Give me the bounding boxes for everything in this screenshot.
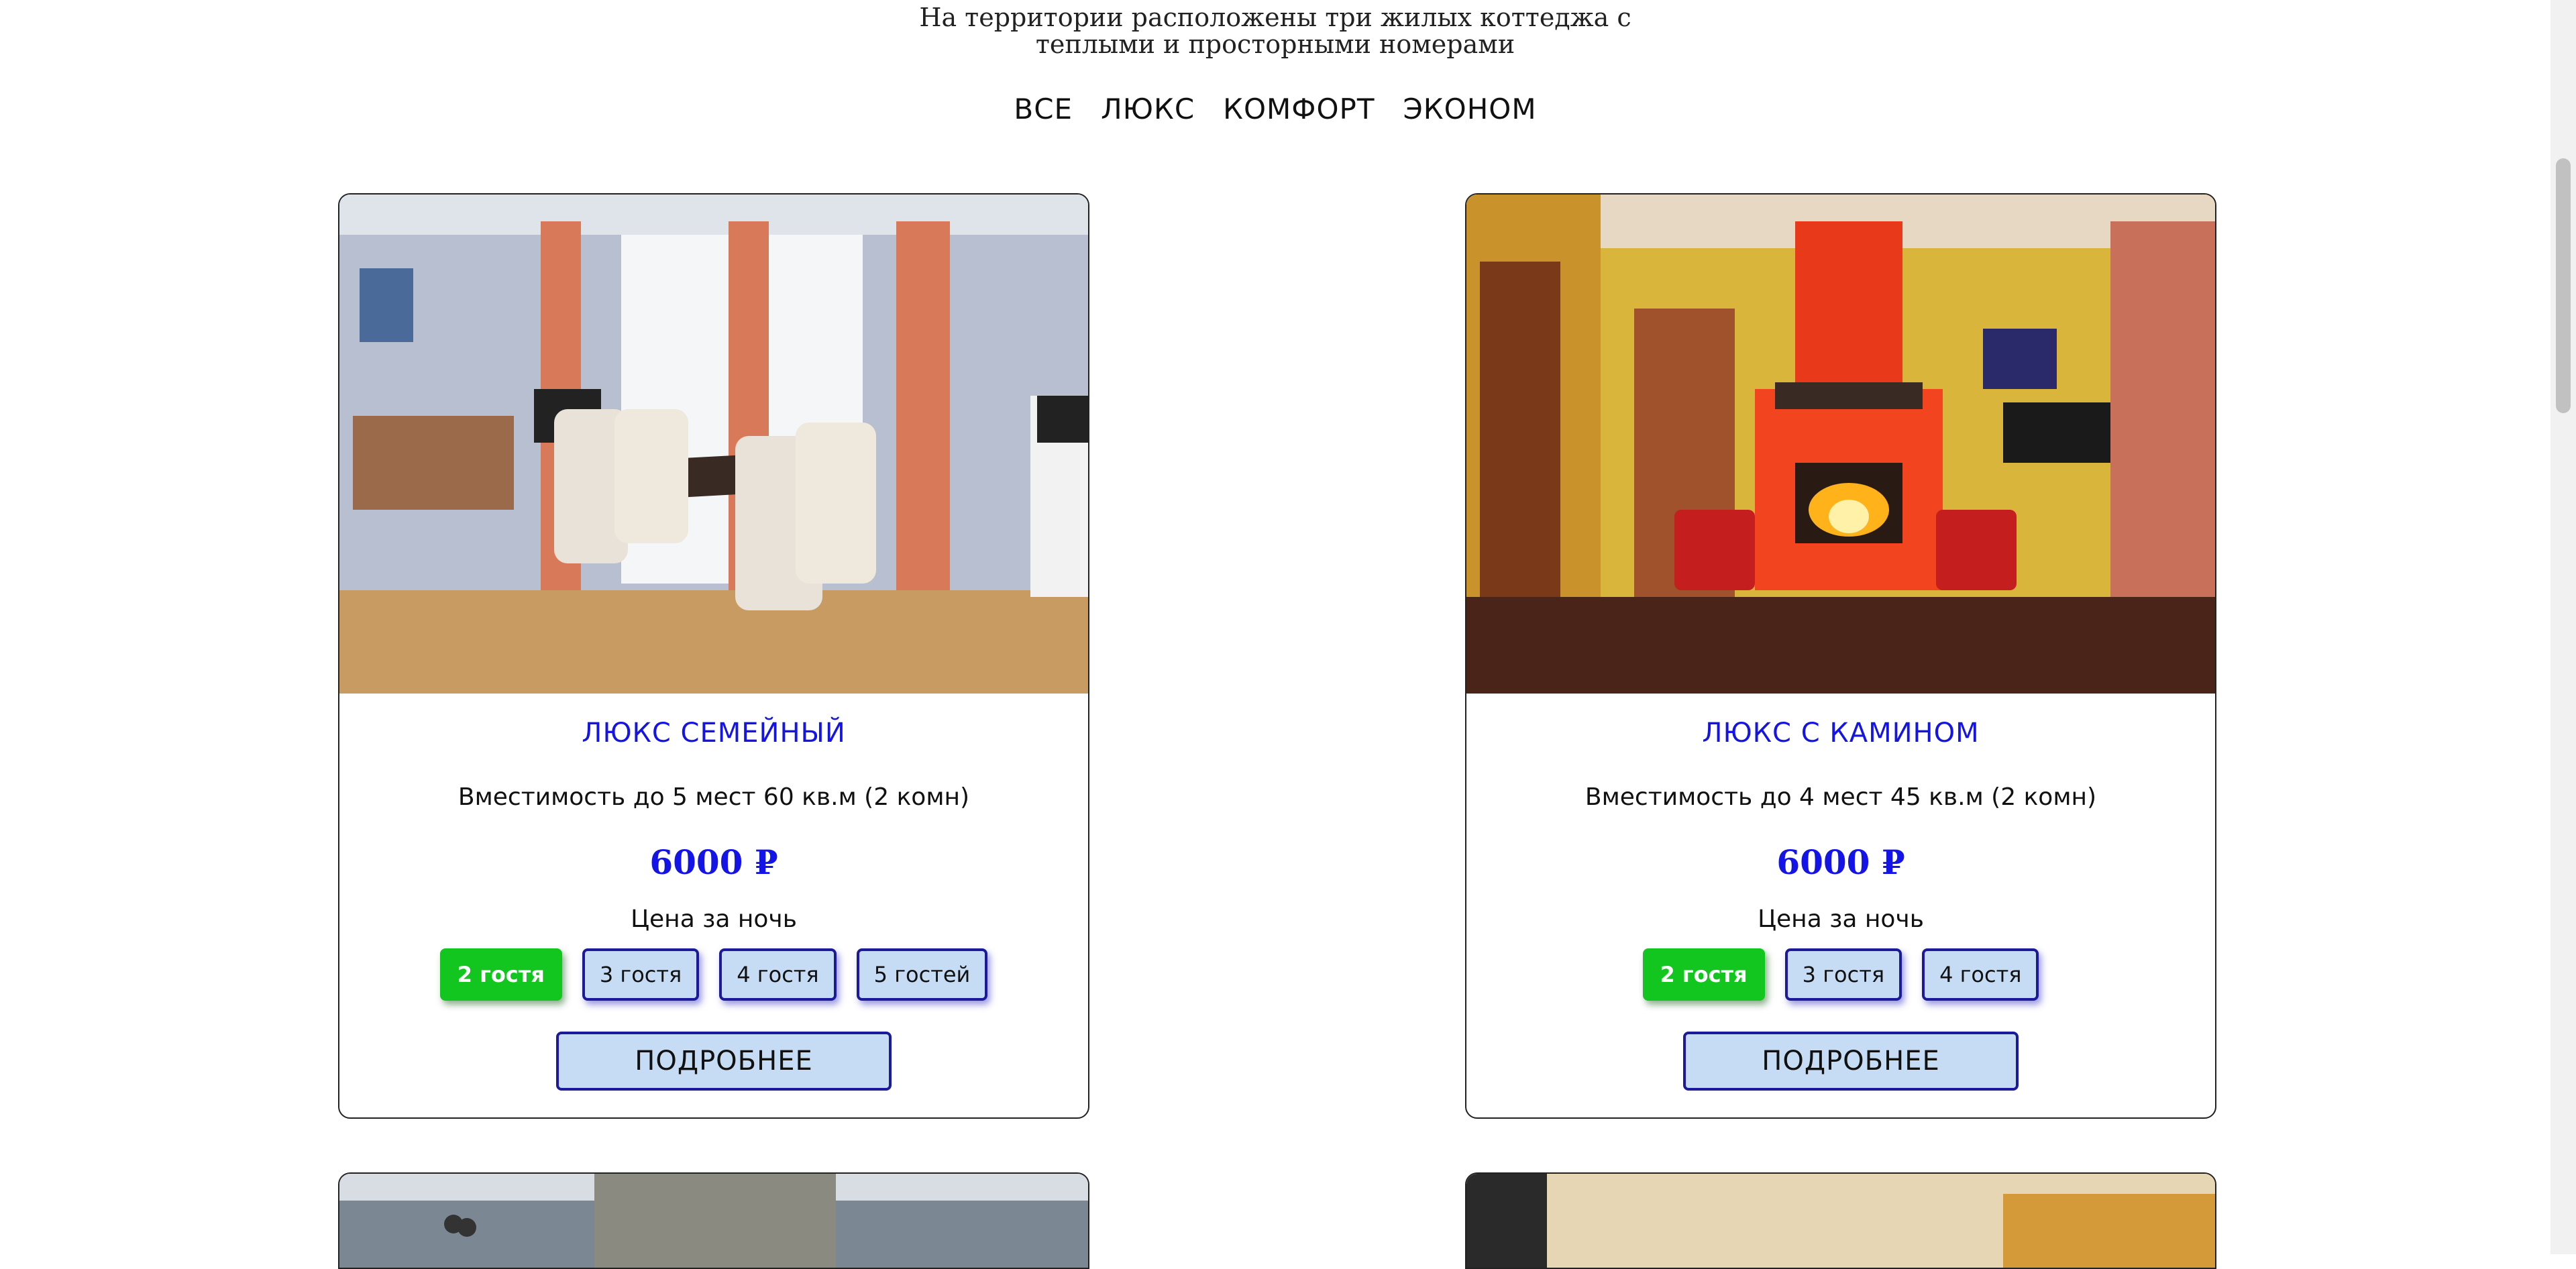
- room-photo-partial[interactable]: [339, 1174, 1088, 1268]
- details-button[interactable]: ПОДРОБНЕЕ: [1683, 1032, 2019, 1091]
- room-card-next-right: [1465, 1172, 2216, 1269]
- room-card-fireplace-lux: ЛЮКС С КАМИНОМ Вместимость до 4 мест 45 …: [1465, 193, 2216, 1119]
- filter-lux[interactable]: ЛЮКС: [1101, 93, 1195, 125]
- guest-option-4[interactable]: 4 гостя: [719, 948, 837, 1001]
- intro-line-2: теплыми и просторными номерами: [1035, 30, 1515, 59]
- scrollbar-thumb[interactable]: [2556, 158, 2571, 413]
- details-button[interactable]: ПОДРОБНЕЕ: [556, 1032, 892, 1091]
- page-scrollbar[interactable]: [2551, 0, 2576, 1254]
- room-price: 6000 ₽: [1776, 842, 1905, 882]
- room-title[interactable]: ЛЮКС С КАМИНОМ: [1466, 718, 2215, 749]
- room-capacity: Вместимость до 5 мест 60 кв.м (2 комн): [458, 783, 970, 811]
- room-photo[interactable]: [339, 195, 1088, 694]
- guest-option-5[interactable]: 5 гостей: [856, 948, 988, 1001]
- intro-line-1: На территории расположены три жилых котт…: [919, 3, 1631, 32]
- room-capacity: Вместимость до 4 мест 45 кв.м (2 комн): [1585, 783, 2097, 811]
- guest-option-2[interactable]: 2 гостя: [1642, 948, 1765, 1001]
- filter-all[interactable]: ВСЕ: [1014, 93, 1073, 125]
- guest-option-3[interactable]: 3 гостя: [1784, 948, 1902, 1001]
- guest-options: 2 гостя 3 гостя 4 гостя 5 гостей: [339, 948, 1088, 1001]
- filter-comfort[interactable]: КОМФОРТ: [1223, 93, 1375, 125]
- room-photo-partial[interactable]: [1466, 1174, 2215, 1268]
- intro-text: На территории расположены три жилых котт…: [0, 4, 2551, 58]
- filter-economy[interactable]: ЭКОНОМ: [1403, 93, 1536, 125]
- room-photo[interactable]: [1466, 195, 2215, 694]
- room-card-family-lux: ЛЮКС СЕМЕЙНЫЙ Вместимость до 5 мест 60 к…: [338, 193, 1089, 1119]
- room-card-next-left: [338, 1172, 1089, 1269]
- guest-option-4[interactable]: 4 гостя: [1922, 948, 2039, 1001]
- guest-option-2[interactable]: 2 гостя: [439, 948, 562, 1001]
- room-filter-bar: ВСЕ ЛЮКС КОМФОРТ ЭКОНОМ: [0, 93, 2551, 125]
- guest-options: 2 гостя 3 гостя 4 гостя: [1466, 948, 2215, 1001]
- guest-option-3[interactable]: 3 гостя: [582, 948, 700, 1001]
- price-note: Цена за ночь: [631, 905, 797, 933]
- room-price: 6000 ₽: [649, 842, 778, 882]
- room-title[interactable]: ЛЮКС СЕМЕЙНЫЙ: [339, 718, 1088, 749]
- price-note: Цена за ночь: [1758, 905, 1924, 933]
